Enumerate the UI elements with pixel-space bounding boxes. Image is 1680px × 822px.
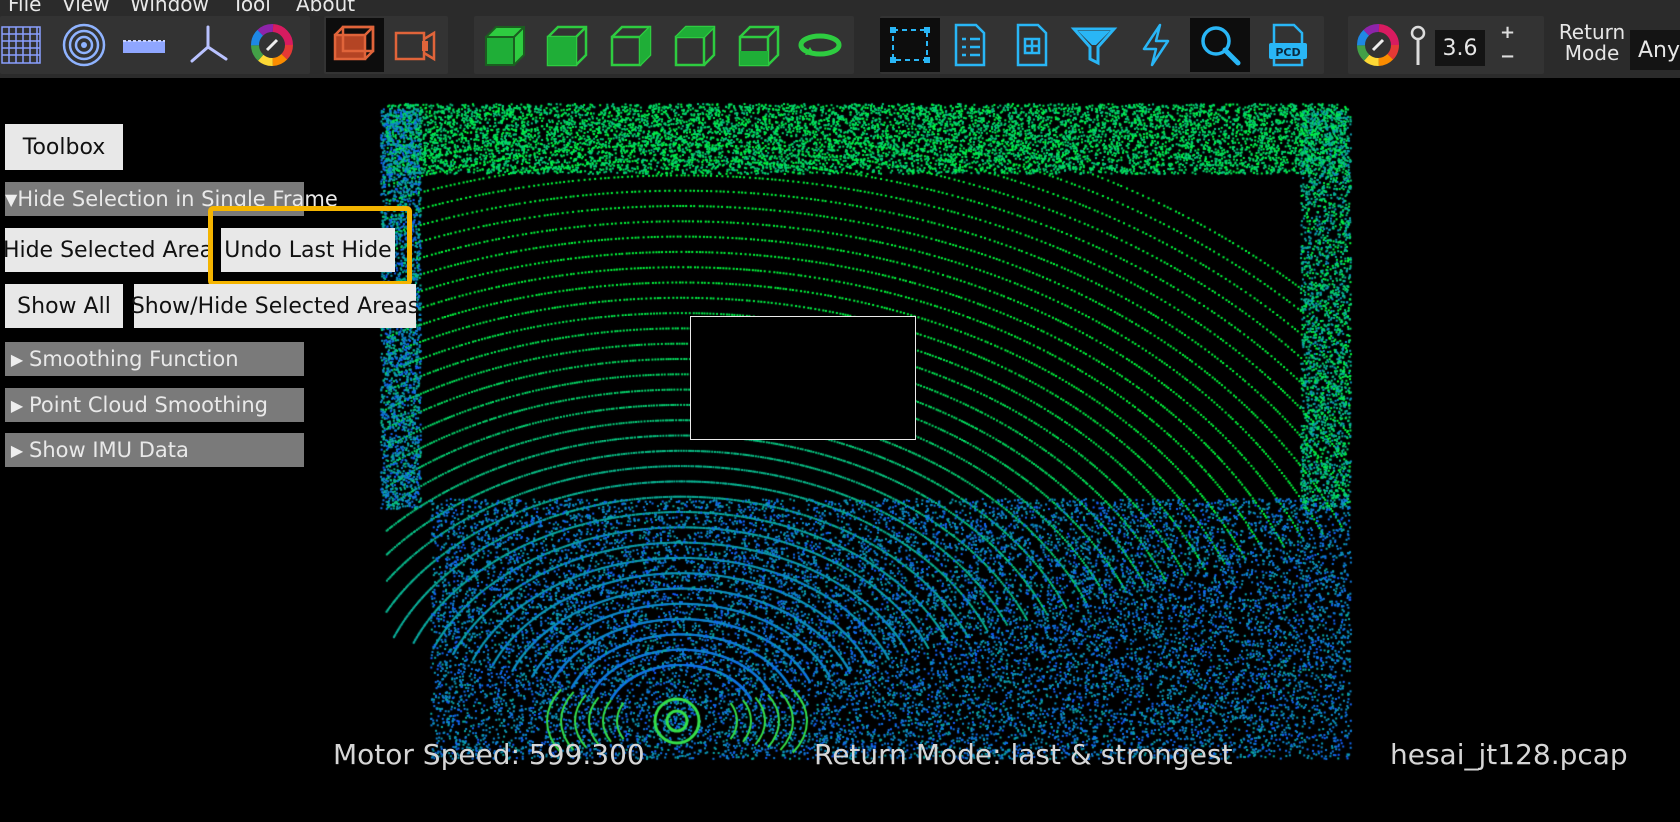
point-size-decrement[interactable]: − — [1500, 46, 1515, 67]
cube-view-iso-icon[interactable] — [730, 18, 786, 72]
toolbar: PCD 3.6 + − Return Mode Any — [0, 14, 1680, 78]
point-cloud-viewport[interactable]: Toolbox ▼ Hide Selection in Single Frame… — [0, 78, 1680, 822]
point-size-increment[interactable]: + — [1500, 22, 1515, 43]
ground-plane-icon[interactable] — [116, 18, 172, 72]
menu-file[interactable]: File — [8, 0, 41, 14]
menu-bar: File View Window Tool About — [0, 0, 1680, 14]
menu-tool[interactable]: Tool — [232, 0, 271, 14]
hide-selected-area-button[interactable]: Hide Selected Area — [3, 228, 213, 272]
menu-window[interactable]: Window — [130, 0, 209, 14]
document-grid-icon[interactable] — [1004, 18, 1060, 72]
frame-camera-icon[interactable] — [388, 18, 444, 72]
collapsed-triangle-icon: ▶ — [10, 440, 24, 460]
rect-select-icon[interactable] — [880, 18, 940, 72]
return-mode-status: Return Mode: last & strongest — [814, 738, 1233, 771]
point-size-input[interactable]: 3.6 — [1435, 30, 1485, 66]
point-cloud-smoothing-label: Point Cloud Smoothing — [29, 393, 268, 417]
motor-speed-status: Motor Speed: 599.300 — [333, 738, 645, 771]
cube-view-front-icon[interactable] — [538, 18, 594, 72]
menu-view[interactable]: View — [62, 0, 109, 14]
show-all-button[interactable]: Show All — [5, 284, 123, 328]
cube-view-solid-icon[interactable] — [476, 18, 532, 72]
document-list-icon[interactable] — [942, 18, 998, 72]
file-name-status: hesai_jt128.pcap — [1390, 738, 1628, 771]
return-mode-select[interactable]: Any — [1630, 30, 1680, 70]
lightning-icon[interactable] — [1128, 18, 1184, 72]
grid-icon[interactable] — [0, 18, 50, 72]
pcd-label: PCD — [1275, 46, 1300, 59]
cube-view-side-icon[interactable] — [602, 18, 658, 72]
expanded-triangle-icon: ▼ — [5, 189, 18, 209]
undo-last-hide-button[interactable]: Undo Last Hide — [221, 228, 395, 272]
return-mode-label: Return Mode — [1557, 22, 1627, 64]
cube-view-top-icon[interactable] — [666, 18, 722, 72]
show-hide-selected-areas-button[interactable]: Show/Hide Selected Areas — [131, 284, 419, 328]
pcd-export-icon[interactable]: PCD — [1260, 18, 1316, 72]
rotate-view-icon[interactable] — [792, 18, 848, 72]
show-imu-data-section-header[interactable]: ▶ Show IMU Data — [5, 433, 304, 467]
radar-rings-icon[interactable] — [56, 18, 112, 72]
collapsed-triangle-icon: ▶ — [10, 395, 24, 415]
show-imu-data-label: Show IMU Data — [29, 438, 189, 462]
filter-icon[interactable] — [1066, 18, 1122, 72]
color-wheel-icon[interactable] — [244, 18, 300, 72]
smoothing-function-label: Smoothing Function — [29, 347, 239, 371]
smoothing-function-section-header[interactable]: ▶ Smoothing Function — [5, 342, 304, 376]
toolbox-button[interactable]: Toolbox — [5, 124, 123, 170]
menu-about[interactable]: About — [296, 0, 355, 14]
frame-3d-icon[interactable] — [326, 18, 384, 72]
hide-selection-section-label: Hide Selection in Single Frame — [17, 187, 338, 211]
return-mode-label-text: Return Mode — [1558, 20, 1626, 65]
axes-icon[interactable] — [180, 18, 236, 72]
hide-selection-section-header[interactable]: ▼ Hide Selection in Single Frame — [5, 182, 338, 216]
search-icon[interactable] — [1190, 18, 1250, 72]
point-cloud-smoothing-section-header[interactable]: ▶ Point Cloud Smoothing — [5, 388, 304, 422]
collapsed-triangle-icon: ▶ — [10, 349, 24, 369]
selection-rectangle — [690, 316, 916, 440]
